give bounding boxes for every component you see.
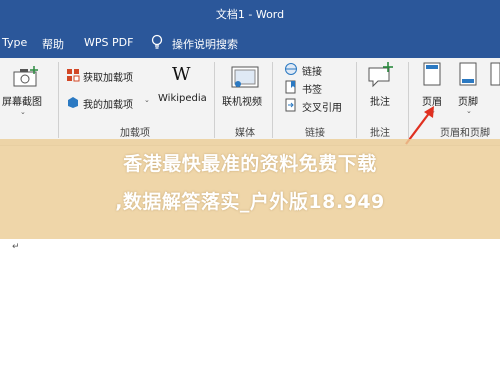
screenshot-label: 屏幕截图 — [2, 97, 42, 108]
menu-help[interactable]: 帮助 — [42, 36, 64, 52]
group-divider — [272, 62, 273, 138]
chevron-down-icon: ⌄ — [144, 96, 150, 104]
footer-icon — [459, 62, 477, 86]
bookmark-label: 书签 — [302, 85, 322, 96]
get-addins-label: 获取加载项 — [83, 73, 133, 84]
banner-line-2: ,数据解答落实_户外版18.949 — [115, 191, 385, 213]
group-label-links: 链接 — [305, 128, 325, 139]
group-label-header-footer: 页眉和页脚 — [440, 128, 490, 139]
comment-label: 批注 — [370, 97, 390, 108]
banner-line-1: 香港最快最准的资料免费下载 — [123, 153, 377, 175]
camera-icon — [13, 66, 38, 87]
my-addins-label: 我的加载项 — [83, 100, 133, 111]
chevron-down-icon: ⌄ — [20, 108, 26, 116]
addins-icon — [68, 97, 78, 108]
group-label-addins: 加载项 — [120, 128, 150, 139]
overlay-banner: 香港最快最准的资料免费下载 ,数据解答落实_户外版18.949 — [0, 139, 500, 239]
group-divider — [214, 62, 215, 138]
group-label-media: 媒体 — [235, 128, 255, 139]
wikipedia-icon: W — [172, 64, 191, 85]
globe-link-icon — [285, 63, 297, 75]
video-icon — [231, 66, 259, 88]
group-label-comments: 批注 — [370, 128, 390, 139]
online-video-label: 联机视频 — [222, 97, 262, 108]
page-number-icon — [490, 62, 500, 86]
menu-bar: Type 帮助 WPS PDF 操作说明搜索 — [0, 28, 500, 58]
bookmark-icon — [285, 80, 296, 94]
lightbulb-icon — [151, 34, 163, 49]
chevron-down-icon: ⌄ — [466, 107, 472, 115]
window-title: 文档1 - Word — [215, 8, 285, 21]
footer-label: 页脚 — [458, 97, 478, 108]
link-label: 链接 — [302, 67, 322, 78]
cross-reference-icon — [285, 98, 296, 112]
menu-wps-pdf[interactable]: WPS PDF — [84, 36, 133, 49]
comment-icon — [368, 62, 393, 88]
wikipedia-label: Wikipedia — [158, 93, 207, 104]
group-divider — [356, 62, 357, 138]
title-bar: 文档1 - Word — [0, 0, 500, 28]
group-divider — [58, 62, 59, 138]
tell-me-search[interactable]: 操作说明搜索 — [172, 36, 238, 52]
store-icon — [67, 69, 80, 82]
paragraph-mark: ↵ — [12, 242, 20, 252]
cross-reference-label: 交叉引用 — [302, 103, 342, 114]
menu-type[interactable]: Type — [2, 36, 27, 49]
header-icon — [423, 62, 441, 86]
